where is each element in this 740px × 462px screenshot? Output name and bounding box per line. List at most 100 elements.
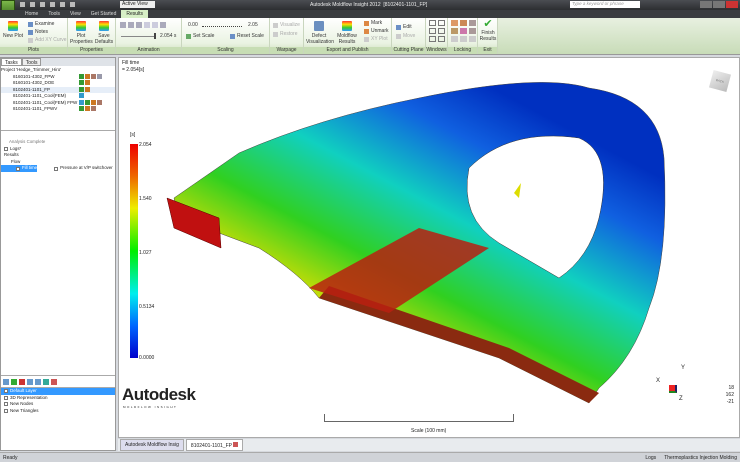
new-plot-button[interactable]: New Plot [3, 21, 23, 39]
result-checkbox[interactable] [54, 166, 59, 171]
result-item[interactable]: Fill time [1, 165, 38, 172]
new-icon[interactable] [20, 2, 25, 7]
study-label: 8102401-1101_FPWV [13, 106, 58, 111]
visualize-button[interactable]: Visualize [273, 22, 300, 28]
close-tab-icon[interactable] [233, 442, 239, 447]
results-node[interactable]: Results [1, 152, 115, 159]
tab-home[interactable]: Home [20, 10, 43, 18]
lock-icon[interactable] [451, 28, 458, 34]
lock-icon[interactable] [451, 20, 458, 26]
tab-tools[interactable]: Tools [43, 10, 65, 18]
save-icon[interactable] [40, 2, 45, 7]
redo-icon[interactable] [60, 2, 65, 7]
layer-icon[interactable] [43, 379, 49, 385]
lock-icon[interactable] [469, 28, 476, 34]
notes-button[interactable]: Notes [28, 29, 48, 35]
moldflow-results-button[interactable]: Moldflow Results [334, 21, 360, 45]
tab-tools-panel[interactable]: Tools [21, 58, 42, 66]
layer-icon[interactable] [27, 379, 33, 385]
view-tabs: Autodesk Moldflow Insig 8102401-1101_FP [118, 439, 740, 451]
layer-icon[interactable] [35, 379, 41, 385]
plot-properties-button[interactable]: Plot Properties [70, 21, 93, 45]
coordinate-readout: 18 162 -21 [722, 385, 734, 406]
lock-icon[interactable] [451, 36, 458, 42]
mark-button[interactable]: Mark [364, 20, 382, 26]
tab-study[interactable]: 8102401-1101_FP [185, 439, 244, 451]
print-icon[interactable] [70, 2, 75, 7]
rewind-icon[interactable] [120, 22, 126, 28]
window-layout-icon[interactable] [438, 36, 445, 42]
restore-button[interactable]: Restore [273, 31, 298, 37]
flow-node[interactable]: Flow [1, 159, 115, 166]
edit-button[interactable]: Edit [396, 24, 412, 30]
add-xy-curve-button[interactable]: Add XY Curve [28, 37, 67, 43]
lock-icon[interactable] [460, 36, 467, 42]
move-button[interactable]: Move [396, 33, 415, 39]
axis-triad-cube [669, 385, 677, 393]
defect-visualization-button[interactable]: Defect Visualization [306, 21, 334, 45]
lock-icon[interactable] [460, 28, 467, 34]
result-item[interactable]: Pressure at V/P switchover [39, 165, 113, 172]
lock-icon[interactable] [469, 20, 476, 26]
tab-welcome[interactable]: Autodesk Moldflow Insig [120, 439, 184, 451]
xy-plot-button[interactable]: XY Plot [364, 36, 388, 42]
window-layout-icon[interactable] [429, 20, 436, 26]
ribbon: New Plot Examine Notes Add XY Curve Plot… [0, 18, 740, 55]
window-layout-icon[interactable] [438, 20, 445, 26]
reset-scale-icon [230, 33, 235, 39]
activate-layer-icon[interactable] [11, 379, 17, 385]
active-view-dropdown[interactable]: Active View [120, 1, 155, 8]
scale-range-slider[interactable] [202, 26, 242, 27]
left-panel: Tasks Tools Project 'Hedge_Trimmer_Hiro' … [0, 57, 116, 451]
loop-icon[interactable] [160, 22, 166, 28]
maximize-button[interactable] [713, 1, 725, 8]
step-back-icon[interactable] [128, 22, 134, 28]
window-layout-icon[interactable] [429, 36, 436, 42]
unmark-button[interactable]: Unmark [364, 28, 389, 34]
lock-icon[interactable] [460, 20, 467, 26]
save-defaults-button[interactable]: Save Defaults [93, 21, 115, 45]
result-checkbox[interactable] [16, 166, 20, 171]
window-title: Autodesk Moldflow Insight 2012 [8102401-… [310, 2, 427, 8]
warpage-group: Visualize Restore Warpage [270, 18, 304, 54]
part-model[interactable] [119, 58, 740, 438]
close-button[interactable] [726, 1, 738, 8]
autodesk-logo: Autodesk [122, 385, 196, 404]
play-icon[interactable] [136, 22, 142, 28]
examine-button[interactable]: Examine [28, 21, 54, 27]
animation-controls [120, 22, 166, 28]
set-scale-button[interactable]: Set Scale [186, 33, 214, 39]
plot-properties-label: Plot Properties [70, 33, 93, 45]
finish-results-button[interactable]: ✔ Finish Results [479, 19, 497, 43]
layer-item[interactable]: New Triangles [1, 408, 115, 415]
logs-item[interactable]: Logs* [1, 146, 115, 153]
window-layout-icon[interactable] [429, 28, 436, 34]
logs-button[interactable]: Logs [645, 455, 656, 461]
model-viewport[interactable]: Fill time = 2.054[s] [s] 2.054 1.540 1.0… [118, 57, 740, 438]
layer-icon[interactable] [51, 379, 57, 385]
quick-access-toolbar [20, 2, 75, 7]
window-layout-icon[interactable] [438, 28, 445, 34]
animation-slider[interactable] [121, 33, 156, 39]
stop-icon[interactable] [152, 22, 158, 28]
delete-layer-icon[interactable] [19, 379, 25, 385]
study-item[interactable]: 8102401-1101_FPWV [1, 106, 115, 113]
scale-bar [324, 414, 514, 422]
logs-label: Logs* [10, 145, 22, 151]
minimize-button[interactable] [700, 1, 712, 8]
undo-icon[interactable] [50, 2, 55, 7]
tab-results[interactable]: Results [121, 10, 149, 18]
tab-get-started[interactable]: Get Started [86, 10, 122, 18]
reset-scale-button[interactable]: Reset Scale [230, 33, 264, 39]
new-layer-icon[interactable] [3, 379, 9, 385]
tab-view[interactable]: View [65, 10, 86, 18]
defect-visualization-icon [314, 21, 324, 31]
search-input[interactable]: Type a keyword or phrase [570, 1, 640, 8]
slider-thumb[interactable] [154, 33, 156, 39]
lock-icon[interactable] [469, 36, 476, 42]
tab-tasks[interactable]: Tasks [1, 58, 22, 66]
pause-icon[interactable] [144, 22, 150, 28]
open-icon[interactable] [30, 2, 35, 7]
result-label: Pressure at V/P switchover [60, 165, 113, 171]
ribbon-tabs: Home Tools View Get Started Results [0, 10, 740, 18]
